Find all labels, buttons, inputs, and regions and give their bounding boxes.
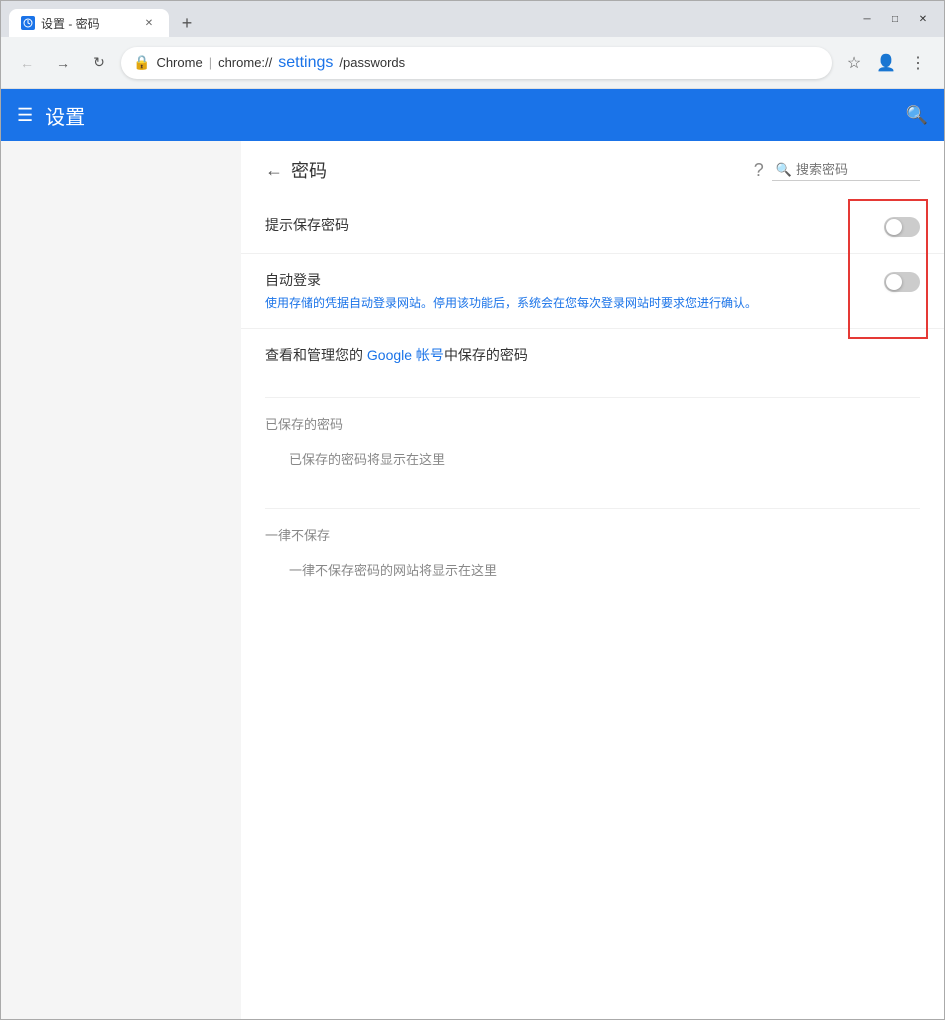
- saved-passwords-header: 已保存的密码: [241, 398, 944, 441]
- page-header-left: ← 密码: [265, 157, 327, 183]
- address-path: /passwords: [339, 55, 405, 70]
- back-button[interactable]: ←: [265, 160, 283, 181]
- main-content: ← 密码 ? 🔍 提示保存密码: [1, 141, 944, 1019]
- sidebar: [1, 141, 241, 1019]
- google-account-link[interactable]: Google 帐号: [367, 347, 444, 363]
- address-separator: |: [209, 55, 212, 70]
- save-password-toggle[interactable]: [884, 217, 920, 237]
- spacer-2: [241, 492, 944, 508]
- reload-button[interactable]: ↻: [85, 49, 113, 77]
- save-password-content: 提示保存密码: [265, 215, 868, 235]
- toggles-container: 提示保存密码 自动登录 使用存储的凭据自动登录网站。停用该功能后，系统会在您每次…: [241, 199, 944, 329]
- bookmark-button[interactable]: ☆: [840, 49, 868, 77]
- browser-window: 设置 - 密码 ✕ + ─ □ ✕ ← → ↻ 🔒 Chrome | chrom…: [0, 0, 945, 1020]
- never-save-empty: 一律不保存密码的网站将显示在这里: [241, 552, 944, 603]
- new-tab-button[interactable]: +: [173, 9, 201, 37]
- auto-login-label: 自动登录: [265, 270, 868, 290]
- secure-icon: 🔒: [133, 54, 150, 71]
- search-icon: 🔍: [776, 162, 792, 178]
- back-nav-button[interactable]: ←: [13, 49, 41, 77]
- address-scheme: chrome://: [218, 55, 272, 70]
- page-header-right: ? 🔍: [754, 160, 920, 181]
- search-input[interactable]: [796, 162, 916, 177]
- window-controls: ─ □ ✕: [854, 9, 936, 29]
- profile-button[interactable]: 👤: [872, 49, 900, 77]
- auto-login-content: 自动登录 使用存储的凭据自动登录网站。停用该功能后，系统会在您每次登录网站时要求…: [265, 270, 868, 312]
- google-account-link-row: 查看和管理您的 Google 帐号中保存的密码: [241, 329, 944, 381]
- address-bar: ← → ↻ 🔒 Chrome | chrome:// settings/passw…: [1, 37, 944, 89]
- forward-nav-button[interactable]: →: [49, 49, 77, 77]
- menu-button[interactable]: ⋮: [904, 49, 932, 77]
- settings-search-icon[interactable]: 🔍: [906, 105, 928, 126]
- google-link-text-after: 中保存的密码: [444, 347, 528, 363]
- hamburger-icon[interactable]: ☰: [17, 105, 33, 126]
- settings-header-left: ☰ 设置: [17, 101, 85, 130]
- tab-favicon: [21, 16, 35, 30]
- help-icon[interactable]: ?: [754, 160, 764, 181]
- spacer-1: [241, 381, 944, 397]
- save-password-label: 提示保存密码: [265, 217, 349, 233]
- content-area: ← 密码 ? 🔍 提示保存密码: [241, 141, 944, 1019]
- address-input-wrap[interactable]: 🔒 Chrome | chrome:// settings/passwords: [121, 47, 832, 79]
- minimize-button[interactable]: ─: [854, 9, 880, 29]
- page-title: 密码: [291, 157, 327, 183]
- search-box[interactable]: 🔍: [772, 160, 920, 181]
- page-header: ← 密码 ? 🔍: [241, 141, 944, 199]
- saved-passwords-empty: 已保存的密码将显示在这里: [241, 441, 944, 492]
- title-bar: 设置 - 密码 ✕ + ─ □ ✕: [1, 1, 944, 37]
- save-password-row: 提示保存密码: [241, 199, 944, 254]
- address-highlight: settings: [278, 54, 333, 72]
- address-chrome-label: Chrome: [156, 55, 202, 70]
- active-tab[interactable]: 设置 - 密码 ✕: [9, 9, 169, 37]
- auto-login-row: 自动登录 使用存储的凭据自动登录网站。停用该功能后，系统会在您每次登录网站时要求…: [241, 254, 944, 329]
- close-button[interactable]: ✕: [910, 9, 936, 29]
- tab-strip: 设置 - 密码 ✕ +: [9, 1, 850, 37]
- google-link-text-before: 查看和管理您的: [265, 347, 367, 363]
- settings-title: 设置: [45, 101, 85, 130]
- never-save-header: 一律不保存: [241, 509, 944, 552]
- settings-header: ☰ 设置 🔍: [1, 89, 944, 141]
- toolbar-icons: ☆ 👤 ⋮: [840, 49, 932, 77]
- tab-title: 设置 - 密码: [41, 15, 135, 32]
- maximize-button[interactable]: □: [882, 9, 908, 29]
- tab-close-button[interactable]: ✕: [141, 15, 157, 31]
- auto-login-desc: 使用存储的凭据自动登录网站。停用该功能后，系统会在您每次登录网站时要求您进行确认…: [265, 294, 785, 312]
- auto-login-toggle[interactable]: [884, 272, 920, 292]
